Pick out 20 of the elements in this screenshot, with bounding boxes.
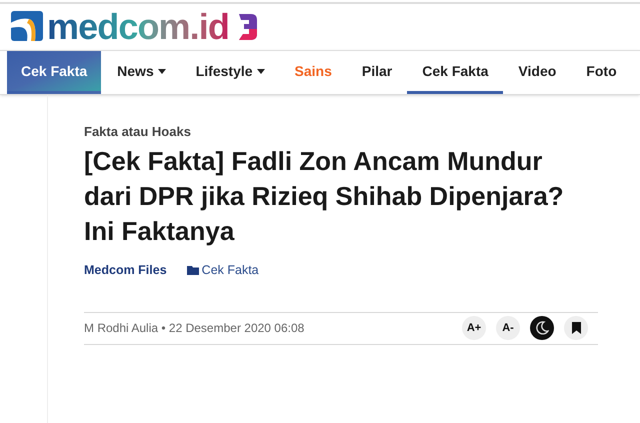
- source-link[interactable]: Medcom Files: [84, 261, 167, 280]
- article-title: [Cek Fakta] Fadli Zon Ancam Mundur dari DPR jika Rizieq Shihab Dipenjara? Ini Faktanya: [84, 145, 564, 248]
- font-decrease-button[interactable]: A-: [496, 316, 520, 340]
- nav-item[interactable]: Lifestyle: [180, 51, 280, 94]
- moon-icon: [535, 321, 549, 336]
- nav-item[interactable]: Pilar: [346, 51, 408, 94]
- bookmark-icon: [572, 322, 580, 334]
- channel-link[interactable]: Cek Fakta: [186, 261, 259, 280]
- nav-item[interactable]: Cek Fakta: [407, 51, 504, 94]
- article-category[interactable]: Fakta atau Hoaks: [84, 123, 640, 141]
- nav-item[interactable]: Video: [503, 51, 572, 94]
- bookmark-button[interactable]: [564, 316, 588, 340]
- folder-icon: [186, 266, 199, 275]
- nav-item[interactable]: News: [102, 51, 181, 94]
- nav-item[interactable]: Foto: [571, 51, 632, 94]
- anniversary-mark-icon: [236, 12, 257, 42]
- font-increase-button[interactable]: A+: [462, 316, 486, 340]
- dark-mode-button[interactable]: [530, 316, 554, 340]
- nav-item[interactable]: Cek Fakta: [7, 51, 102, 94]
- byline: M Rodhi Aulia • 22 Desember 2020 06:08: [84, 320, 304, 338]
